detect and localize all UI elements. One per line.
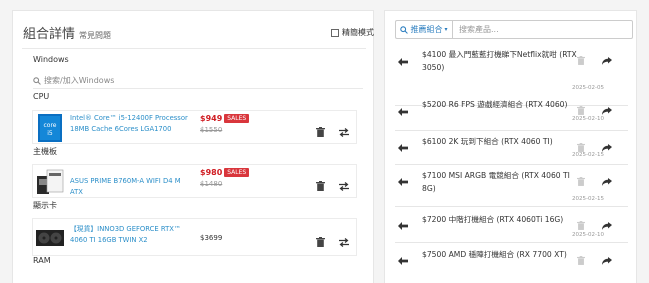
expert-mode-toggle[interactable]: 精簡模式: [331, 27, 374, 38]
svg-text:core: core: [44, 122, 57, 129]
section-label-gpu: 顯示卡: [33, 201, 57, 210]
recommended-item-title[interactable]: $7200 中階打機組合 (RTX 4060Ti 16G): [422, 213, 582, 226]
divider: [33, 88, 363, 89]
trash-icon[interactable]: [577, 50, 585, 69]
gpu-product-image: [34, 220, 66, 256]
product-card-motherboard: ASUS PRIME B760M-A WIFI D4 M ATX $980 SAL…: [32, 164, 357, 198]
trash-icon[interactable]: [577, 100, 585, 119]
original-price: $1480: [200, 180, 223, 188]
share-icon[interactable]: [602, 100, 612, 119]
trash-icon[interactable]: [577, 137, 585, 156]
product-name[interactable]: ASUS PRIME B760M-A WIFI D4 M ATX: [70, 176, 195, 198]
search-icon: [400, 25, 409, 34]
arrow-left-icon[interactable]: [398, 250, 408, 269]
recommended-item-date: 2025-02-05: [572, 85, 604, 91]
sale-badge: SALES: [224, 114, 250, 123]
sale-badge: SALES: [224, 168, 250, 177]
trash-icon[interactable]: [316, 232, 325, 251]
trash-icon[interactable]: [577, 250, 585, 269]
swap-icon[interactable]: [339, 232, 349, 251]
expert-mode-label: 精簡模式: [342, 28, 374, 37]
arrow-left-icon[interactable]: [398, 171, 408, 190]
section-label-motherboard: 主機板: [33, 147, 57, 156]
product-card-cpu: core i5 Intel® Core™ i5-12400F Processor …: [32, 110, 357, 144]
recommended-item[interactable]: $7500 AMD 穩陣打機組合 (RX 7700 XT): [395, 245, 628, 267]
recommended-item[interactable]: $5200 R6 FPS 遊戲經濟組合 (RTX 4060) 2025-02-1…: [395, 98, 628, 131]
recommended-item-title[interactable]: $7100 MSI ARGB 電競組合 (RTX 4060 TI 8G): [422, 169, 582, 195]
swap-icon[interactable]: [339, 176, 349, 195]
page-title: 組合詳情: [23, 27, 76, 42]
search-icon: [33, 76, 41, 85]
share-icon[interactable]: [602, 215, 612, 234]
cpu-product-image: core i5: [34, 112, 66, 144]
current-price: $3699: [200, 234, 223, 242]
recommend-dropdown-label: 推薦組合: [410, 25, 443, 34]
product-card-gpu: 【現貨】INNO3D GEFORCE RTX™ 4060 TI 16GB TWI…: [32, 218, 357, 256]
product-price: $3699: [200, 234, 222, 242]
arrow-left-icon[interactable]: [398, 215, 408, 234]
expert-mode-checkbox[interactable]: [331, 28, 339, 37]
os-search-input[interactable]: 搜索/加入Windows: [44, 75, 114, 86]
caret-down-icon: ▾: [444, 26, 448, 33]
product-name[interactable]: 【現貨】INNO3D GEFORCE RTX™ 4060 TI 16GB TWI…: [70, 224, 195, 246]
svg-text:i5: i5: [47, 130, 53, 137]
trash-icon[interactable]: [577, 215, 585, 234]
recommended-item-title[interactable]: $7500 AMD 穩陣打機組合 (RX 7700 XT): [422, 248, 582, 261]
trash-icon[interactable]: [316, 176, 325, 195]
arrow-left-icon[interactable]: [398, 101, 408, 120]
share-icon[interactable]: [602, 250, 612, 269]
divider: [22, 48, 366, 49]
recommended-item[interactable]: $6100 2K 玩到下組合 (RTX 4060 TI) 2025-02-15: [395, 133, 628, 165]
os-label: Windows: [33, 55, 69, 64]
share-icon[interactable]: [602, 50, 612, 69]
current-price: $980: [200, 168, 223, 177]
product-name[interactable]: Intel® Core™ i5-12400F Processor 18MB Ca…: [70, 113, 195, 135]
recommended-item-title[interactable]: $6100 2K 玩到下組合 (RTX 4060 TI): [422, 135, 582, 148]
current-price: $949: [200, 114, 223, 123]
recommended-item[interactable]: $7100 MSI ARGB 電競組合 (RTX 4060 TI 8G) 202…: [395, 167, 628, 207]
section-label-ram: RAM: [33, 256, 51, 265]
recommend-dropdown[interactable]: 推薦組合 ▾: [395, 20, 452, 39]
arrow-left-icon[interactable]: [398, 51, 408, 70]
recommend-search-bar: 推薦組合 ▾ 搜索產品...: [395, 20, 633, 39]
product-price: $949 SALES $1550: [200, 114, 250, 134]
swap-icon[interactable]: [339, 122, 349, 141]
section-label-cpu: CPU: [33, 92, 50, 101]
arrow-left-icon[interactable]: [398, 137, 408, 156]
recommended-item[interactable]: $7200 中階打機組合 (RTX 4060Ti 16G) 2025-02-10: [395, 211, 628, 243]
recommended-item-title[interactable]: $5200 R6 FPS 遊戲經濟組合 (RTX 4060): [422, 98, 582, 111]
original-price: $1550: [200, 126, 223, 134]
faq-link[interactable]: 常見問題: [79, 30, 111, 41]
trash-icon[interactable]: [577, 171, 585, 190]
recommended-item-title[interactable]: $4100 最入門藍藍打機睇下Netflix就咁 (RTX 3050): [422, 48, 582, 74]
motherboard-product-image: [34, 166, 66, 198]
share-icon[interactable]: [602, 137, 612, 156]
trash-icon[interactable]: [316, 122, 325, 141]
product-price: $980 SALES $1480: [200, 168, 250, 188]
recommended-item-date: 2025-02-15: [572, 196, 604, 202]
product-search-input[interactable]: 搜索產品...: [452, 20, 633, 39]
os-search[interactable]: 搜索/加入Windows: [33, 75, 114, 86]
share-icon[interactable]: [602, 171, 612, 190]
panel-header: 組合詳情 常見問題: [23, 23, 111, 42]
